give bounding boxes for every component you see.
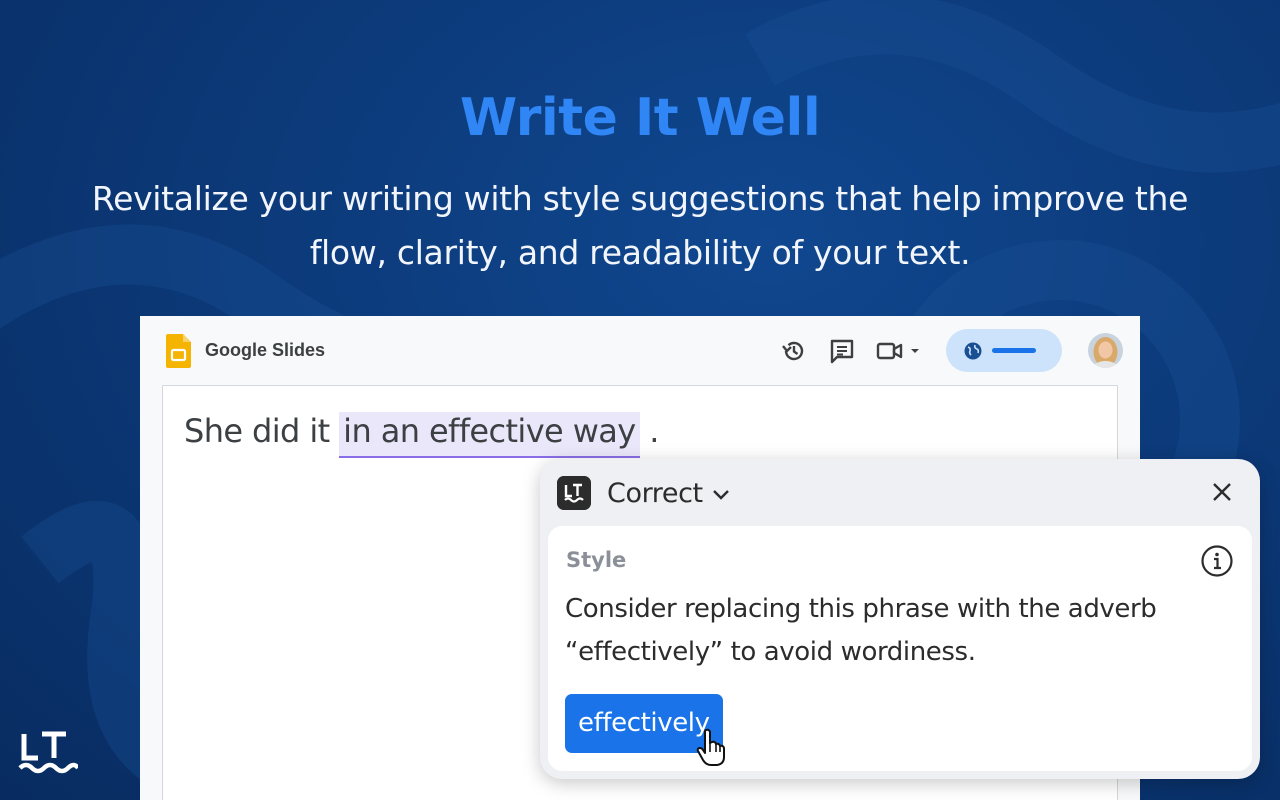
hero-title: Write It Well [459, 88, 821, 148]
globe-icon [964, 342, 982, 360]
close-icon[interactable] [1210, 480, 1234, 504]
text-after: . [639, 412, 659, 450]
hand-cursor-icon [696, 728, 725, 766]
chevron-down-icon[interactable] [710, 483, 732, 505]
text-before: She did it [184, 412, 340, 450]
languagetool-brand-icon [18, 731, 78, 774]
version-history-icon[interactable] [781, 338, 807, 364]
app-toolbar: Google Slides [140, 316, 1140, 386]
suggestion-popup: Correct Style Consider replacing this ph… [540, 459, 1260, 779]
suggestion-card: Style Consider replacing this phrase wit… [548, 526, 1252, 771]
suggestion-message: Consider replacing this phrase with the … [565, 594, 1157, 667]
hero-subtitle: Revitalize your writing with style sugge… [91, 179, 1189, 272]
languagetool-logo-icon [557, 476, 591, 510]
slide-text[interactable]: She did it in an effective way . [184, 412, 659, 458]
info-icon[interactable] [1200, 544, 1234, 578]
app-name: Google Slides [205, 340, 326, 360]
mode-selector[interactable]: Correct [607, 478, 703, 509]
suggestion-category: Style [566, 548, 627, 572]
languagetool-status-pill[interactable] [946, 329, 1062, 372]
highlighted-phrase[interactable]: in an effective way [339, 412, 640, 458]
avatar[interactable] [1088, 333, 1123, 368]
comments-icon[interactable] [829, 338, 855, 364]
google-slides-icon[interactable] [166, 334, 191, 368]
status-bar [992, 348, 1036, 353]
dropdown-caret-icon[interactable] [908, 338, 922, 364]
meet-icon[interactable] [876, 338, 906, 364]
